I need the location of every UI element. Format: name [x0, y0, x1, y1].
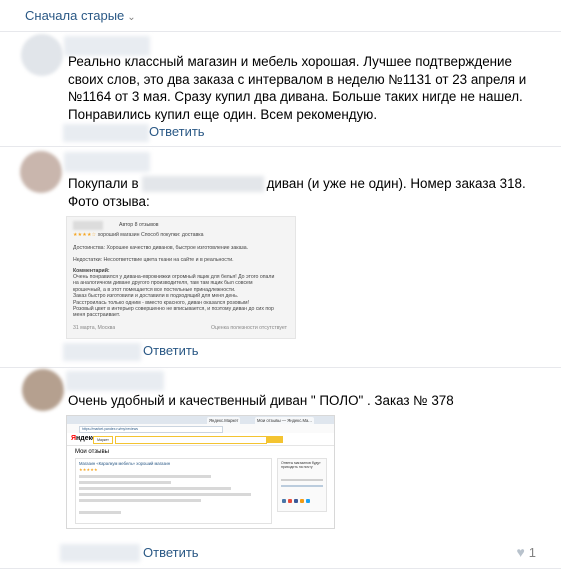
- social-icon: [294, 499, 298, 503]
- text-line: [79, 475, 211, 478]
- review-cons: Недостатки: Несоответствие цвета ткани н…: [73, 257, 234, 263]
- review-author: Автор 8 отзывов: [119, 222, 159, 228]
- avatar[interactable]: [21, 34, 63, 76]
- yandex-header: Яндекс Маркет: [67, 433, 334, 446]
- comment-date-redacted: [63, 343, 141, 361]
- yandex-search-box: [115, 436, 267, 444]
- social-icon: [288, 499, 292, 503]
- text-line: [79, 499, 201, 502]
- review-date: 31 марта, Москва: [73, 325, 116, 331]
- sort-label: Сначала старые: [25, 8, 125, 23]
- chevron-down-icon: ⌄: [127, 12, 136, 23]
- review-rating-text: хороший магазин: [97, 232, 140, 238]
- browser-tab: Яндекс.Маркет: [207, 417, 241, 424]
- social-icon: [282, 499, 286, 503]
- yandex-review-stars: ★★★★★: [79, 467, 98, 472]
- reply-button[interactable]: Ответить: [149, 124, 205, 139]
- author-name-redacted[interactable]: [64, 152, 150, 172]
- heart-icon: ♥: [516, 544, 525, 560]
- review-method: Способ покупки: доставка: [140, 232, 204, 238]
- avatar[interactable]: [20, 151, 62, 193]
- attached-photo[interactable]: Автор 8 отзывов ★★★★☆ хороший магазин Сп…: [66, 216, 296, 339]
- text-line: [79, 487, 231, 490]
- social-icon: [306, 499, 310, 503]
- text-line: [79, 511, 121, 514]
- yandex-sidebar: Ответы магазинов будут приходить на почт…: [277, 458, 327, 512]
- sort-dropdown[interactable]: Сначала старые ⌄: [25, 8, 136, 23]
- yandex-sidebar-text: Ответы магазинов будут приходить на почт…: [281, 461, 321, 469]
- market-badge: Маркет: [93, 436, 113, 444]
- browser-tab: Мои отзывы — Яндекс.Ма...: [255, 417, 314, 424]
- divider: [0, 568, 561, 569]
- comment-text: Очень удобный и качественный диван " ПОЛ…: [68, 393, 454, 408]
- text-line: [79, 493, 251, 496]
- text-line: [281, 485, 323, 487]
- reviewer-name-redacted: [73, 221, 103, 230]
- divider: [0, 146, 561, 147]
- review-helpfulness: Оценка полезности отсутствует: [210, 325, 287, 331]
- attached-screenshot[interactable]: Яндекс.Маркет Мои отзывы — Яндекс.Ма... …: [66, 415, 335, 529]
- shop-name-redacted: [141, 176, 264, 193]
- review-comment-line: меня расстраивает.: [73, 312, 121, 319]
- yandex-page-title: Мои отзывы: [75, 449, 109, 455]
- review-stars: ★★★★☆: [73, 232, 97, 238]
- text-line: [79, 481, 171, 484]
- avatar[interactable]: [22, 369, 64, 411]
- comment-text-start: Покупали в: [68, 176, 139, 191]
- reply-button[interactable]: Ответить: [143, 545, 199, 560]
- comment-date-redacted: [63, 124, 149, 142]
- review-pros: Достоинства: Хорошее качество диванов, б…: [73, 245, 249, 251]
- social-icon: [300, 499, 304, 503]
- comment-text: Реально классный магазин и мебель хороша…: [68, 54, 527, 122]
- browser-url: https://market.yandex.ru/my/reviews: [79, 426, 223, 433]
- review-rating: ★★★★☆ хороший магазин Способ покупки: до…: [73, 232, 289, 238]
- browser-tab-bar: Яндекс.Маркет Мои отзывы — Яндекс.Ма...: [67, 416, 334, 424]
- like-count: 1: [528, 545, 536, 560]
- like-button[interactable]: ♥ 1: [516, 544, 536, 560]
- yandex-review-shop: Магазин «Каралкум мебель» хороший магази…: [79, 461, 171, 466]
- yandex-search-button: [267, 436, 283, 443]
- text-line: [281, 479, 323, 481]
- comment-text: Покупали в диван (и уже не один). Номер з…: [68, 175, 538, 210]
- comment-date-redacted: [60, 544, 140, 562]
- divider: [0, 367, 561, 368]
- reply-button[interactable]: Ответить: [143, 343, 199, 358]
- author-name-redacted[interactable]: [66, 371, 164, 391]
- yandex-content: Мои отзывы Магазин «Каралкум мебель» хор…: [67, 446, 334, 528]
- divider: [0, 31, 561, 32]
- yandex-review-card: Магазин «Каралкум мебель» хороший магази…: [75, 458, 272, 524]
